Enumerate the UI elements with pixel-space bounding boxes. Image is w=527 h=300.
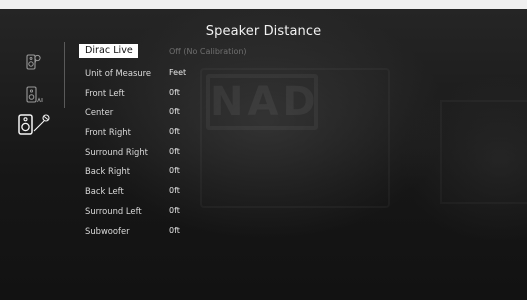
setting-value: 0ft [169, 107, 180, 116]
setting-label: Surround Right [85, 147, 148, 157]
setting-row-back-right[interactable]: Back Right 0ft [79, 166, 379, 182]
setting-row-back-left[interactable]: Back Left 0ft [79, 186, 379, 202]
speaker-config-icon[interactable] [26, 53, 42, 71]
setting-label: Surround Left [85, 206, 142, 216]
setting-value: 0ft [169, 206, 180, 215]
setting-value: Feet [169, 68, 187, 77]
setting-row-front-right[interactable]: Front Right 0ft [79, 127, 379, 143]
setting-label: Subwoofer [85, 226, 130, 236]
setting-label: Front Right [85, 127, 131, 137]
setting-label: Back Right [85, 166, 131, 176]
setting-label: Back Left [85, 186, 124, 196]
setting-row-surround-left[interactable]: Surround Left 0ft [79, 206, 379, 222]
setting-label: Center [85, 107, 114, 117]
top-bar [0, 0, 527, 9]
background-device-outline-right [440, 100, 527, 204]
speaker-distance-icon[interactable] [18, 112, 52, 136]
setting-row-surround-right[interactable]: Surround Right 0ft [79, 147, 379, 163]
setting-value: 0ft [169, 166, 180, 175]
setting-label: Front Left [85, 88, 125, 98]
setting-value: 0ft [169, 147, 180, 156]
setting-value: Off (No Calibration) [169, 47, 247, 56]
setting-label: Unit of Measure [85, 68, 152, 78]
speaker-levels-icon[interactable] [26, 86, 44, 104]
setting-row-unit-of-measure[interactable]: Unit of Measure Feet [79, 68, 379, 84]
sidebar-divider [64, 42, 65, 108]
setting-value: 0ft [169, 186, 180, 195]
setting-value: 0ft [169, 127, 180, 136]
setting-label: Dirac Live [79, 44, 138, 58]
setting-row-dirac-live[interactable]: Dirac Live Off (No Calibration) [79, 44, 379, 63]
setting-row-center[interactable]: Center 0ft [79, 107, 379, 123]
setting-value: 0ft [169, 88, 180, 97]
setting-value: 0ft [169, 226, 180, 235]
setting-row-front-left[interactable]: Front Left 0ft [79, 88, 379, 104]
page-title: Speaker Distance [205, 24, 322, 39]
setting-row-subwoofer[interactable]: Subwoofer 0ft [79, 226, 379, 242]
